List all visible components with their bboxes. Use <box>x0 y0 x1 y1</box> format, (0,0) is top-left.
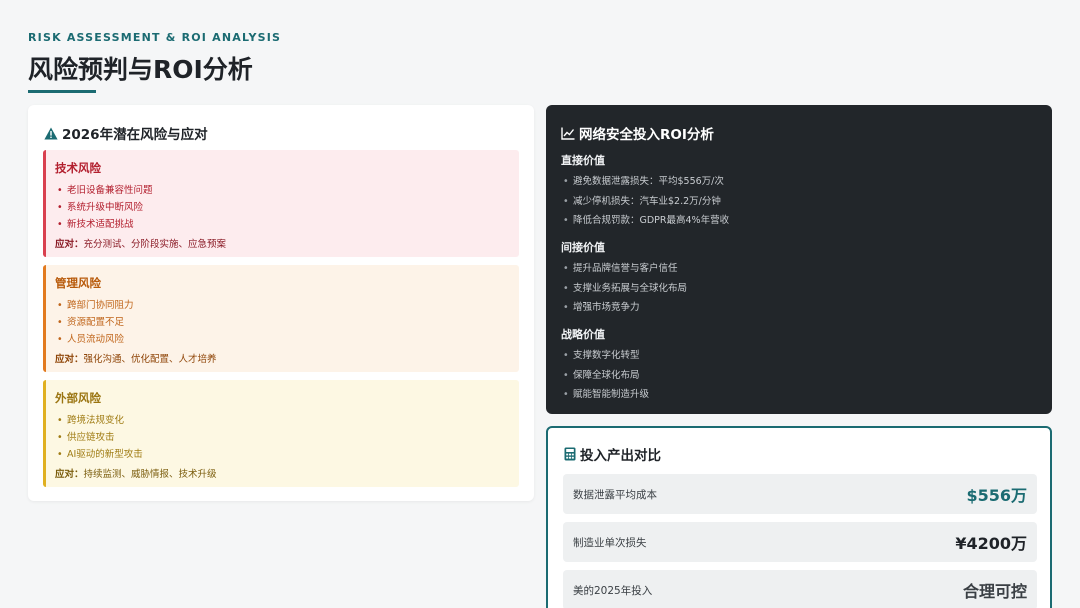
calculator-icon <box>564 447 576 461</box>
roi-list: 避免数据泄露损失：平均$556万/次 减少停机损失：汽车业$2.2万/分钟 降低… <box>561 172 729 231</box>
roi-section-indirect: 间接价值 提升品牌信誉与客户信任 支撑业务拓展与全球化布局 增强市场竞争力 <box>561 239 687 318</box>
warning-icon <box>44 127 58 139</box>
response-text: 强化沟通、优化配置、人才培养 <box>83 354 217 365</box>
list-item: 跨部门协同阻力 <box>55 297 519 314</box>
list-item: 增强市场竞争力 <box>561 298 687 318</box>
risk-response: 应对：持续监测、威胁情报、技术升级 <box>55 466 519 480</box>
risk-card-title: 2026年潜在风险与应对 <box>62 127 208 143</box>
list-item: 供应链攻击 <box>55 429 519 446</box>
roi-card-header: 网络安全投入ROI分析 <box>561 123 714 143</box>
list-item: 人员流动风险 <box>55 331 519 348</box>
risk-block-title: 技术风险 <box>55 161 101 175</box>
risk-card-header: 2026年潜在风险与应对 <box>44 123 208 143</box>
list-item: 支撑业务拓展与全球化布局 <box>561 279 687 299</box>
risk-card: 2026年潜在风险与应对 技术风险 老旧设备兼容性问题 系统升级中断风险 新技术… <box>28 105 534 501</box>
list-item: 赋能智能制造升级 <box>561 385 649 405</box>
compare-row: 数据泄露平均成本 $556万 <box>563 474 1037 514</box>
compare-row: 美的2025年投入 合理可控 <box>563 570 1037 608</box>
roi-card-title: 网络安全投入ROI分析 <box>579 127 714 143</box>
roi-section-title: 战略价值 <box>561 328 605 341</box>
roi-section-title: 间接价值 <box>561 241 605 254</box>
list-item: 保障全球化布局 <box>561 366 649 386</box>
chart-line-icon <box>561 127 575 140</box>
list-item: 资源配置不足 <box>55 314 519 331</box>
list-item: 新技术适配挑战 <box>55 216 519 233</box>
compare-value: $556万 <box>966 486 1027 505</box>
roi-section-title: 直接价值 <box>561 154 605 167</box>
risk-response: 应对：强化沟通、优化配置、人才培养 <box>55 351 519 365</box>
risk-block-title: 外部风险 <box>55 391 101 405</box>
response-text: 持续监测、威胁情报、技术升级 <box>83 469 217 480</box>
list-item: 支撑数字化转型 <box>561 346 649 366</box>
compare-value: 合理可控 <box>962 582 1027 601</box>
title-underline <box>28 90 96 93</box>
compare-label: 美的2025年投入 <box>573 584 653 597</box>
list-item: AI驱动的新型攻击 <box>55 446 519 463</box>
response-label: 应对： <box>55 239 84 250</box>
compare-value: ¥4200万 <box>955 534 1027 553</box>
risk-response: 应对：充分测试、分阶段实施、应急预案 <box>55 236 519 250</box>
compare-label: 数据泄露平均成本 <box>573 488 657 501</box>
risk-block-technical: 技术风险 老旧设备兼容性问题 系统升级中断风险 新技术适配挑战 应对：充分测试、… <box>43 150 519 257</box>
response-text: 充分测试、分阶段实施、应急预案 <box>83 239 227 250</box>
eyebrow-label: RISK ASSESSMENT & ROI ANALYSIS <box>28 31 282 44</box>
roi-list: 提升品牌信誉与客户信任 支撑业务拓展与全球化布局 增强市场竞争力 <box>561 259 687 318</box>
list-item: 减少停机损失：汽车业$2.2万/分钟 <box>561 192 729 212</box>
risk-block-external: 外部风险 跨境法规变化 供应链攻击 AI驱动的新型攻击 应对：持续监测、威胁情报… <box>43 380 519 487</box>
list-item: 跨境法规变化 <box>55 412 519 429</box>
page-title: 风险预判与ROI分析 <box>28 55 253 84</box>
risk-list: 跨部门协同阻力 资源配置不足 人员流动风险 <box>55 297 519 348</box>
risk-block-title: 管理风险 <box>55 276 101 290</box>
compare-row: 制造业单次损失 ¥4200万 <box>563 522 1037 562</box>
list-item: 系统升级中断风险 <box>55 199 519 216</box>
list-item: 降低合规罚款：GDPR最高4%年营收 <box>561 211 729 231</box>
risk-list: 老旧设备兼容性问题 系统升级中断风险 新技术适配挑战 <box>55 182 519 233</box>
roi-section-strategic: 战略价值 支撑数字化转型 保障全球化布局 赋能智能制造升级 <box>561 326 649 405</box>
compare-card: 投入产出对比 数据泄露平均成本 $556万 制造业单次损失 ¥4200万 美的2… <box>546 426 1052 608</box>
roi-section-direct: 直接价值 避免数据泄露损失：平均$556万/次 减少停机损失：汽车业$2.2万/… <box>561 152 729 231</box>
list-item: 避免数据泄露损失：平均$556万/次 <box>561 172 729 192</box>
roi-card: 网络安全投入ROI分析 直接价值 避免数据泄露损失：平均$556万/次 减少停机… <box>546 105 1052 414</box>
risk-list: 跨境法规变化 供应链攻击 AI驱动的新型攻击 <box>55 412 519 463</box>
compare-card-header: 投入产出对比 <box>564 444 661 464</box>
roi-list: 支撑数字化转型 保障全球化布局 赋能智能制造升级 <box>561 346 649 405</box>
compare-card-title: 投入产出对比 <box>580 448 661 464</box>
response-label: 应对： <box>55 469 84 480</box>
response-label: 应对： <box>55 354 84 365</box>
list-item: 提升品牌信誉与客户信任 <box>561 259 687 279</box>
compare-label: 制造业单次损失 <box>573 536 647 549</box>
list-item: 老旧设备兼容性问题 <box>55 182 519 199</box>
risk-block-management: 管理风险 跨部门协同阻力 资源配置不足 人员流动风险 应对：强化沟通、优化配置、… <box>43 265 519 372</box>
